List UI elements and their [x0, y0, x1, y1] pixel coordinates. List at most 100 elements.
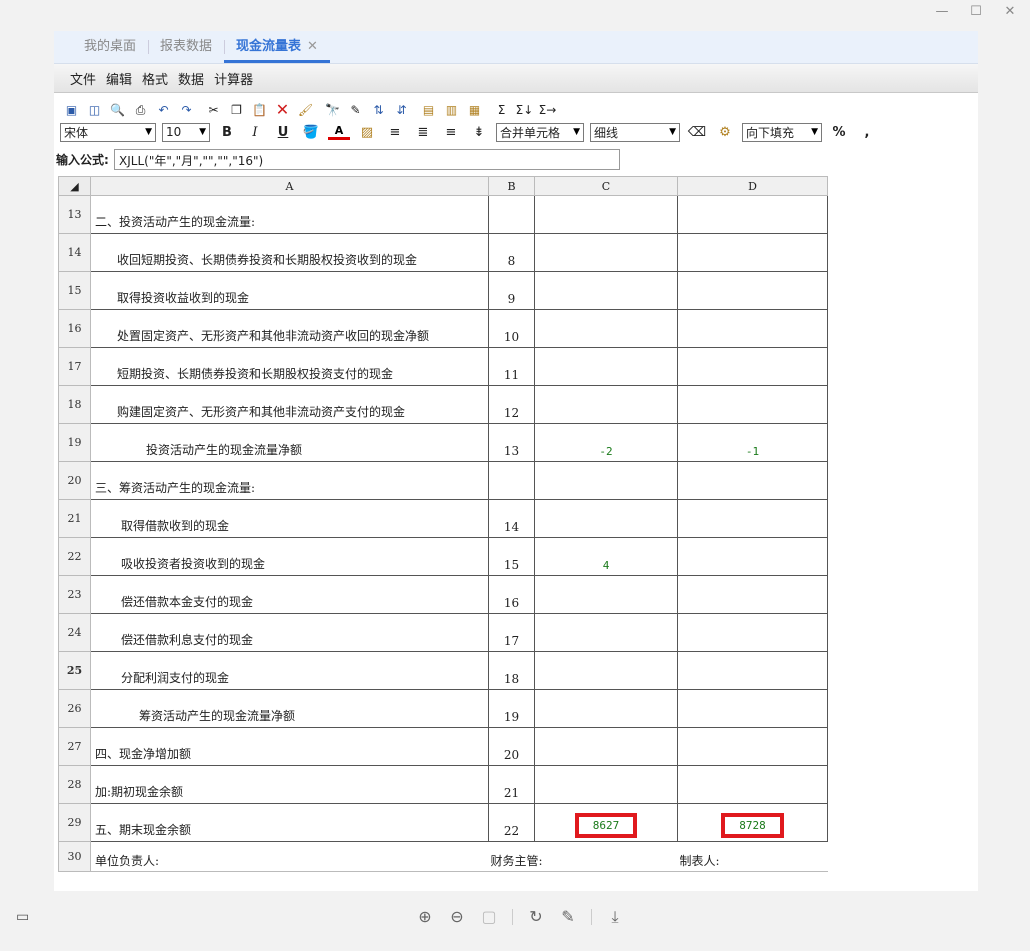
cell-a[interactable]: 处置固定资产、无形资产和其他非流动资产收回的现金净额 — [90, 309, 489, 348]
minimize-icon[interactable]: — — [934, 4, 950, 19]
column-header-a[interactable]: A — [90, 176, 489, 196]
cell-a[interactable]: 取得投资收益收到的现金 — [90, 271, 489, 310]
cell-a[interactable]: 取得借款收到的现金 — [90, 499, 489, 538]
cell-b[interactable]: 14 — [488, 499, 535, 538]
column-header-d[interactable]: D — [677, 176, 828, 196]
menu-data[interactable]: 数据 — [178, 69, 204, 88]
cell-d[interactable] — [677, 195, 828, 234]
cell-a[interactable]: 收回短期投资、长期债券投资和长期股权投资收到的现金 — [90, 233, 489, 272]
signature-manager[interactable]: 单位负责人: — [90, 841, 489, 872]
replace-icon[interactable]: ✎ — [346, 101, 365, 119]
cell-c[interactable] — [534, 727, 678, 766]
row-header[interactable]: 17 — [58, 347, 91, 386]
sidebar-toggle-icon[interactable]: ▭ — [16, 909, 29, 925]
menu-file[interactable]: 文件 — [70, 69, 96, 88]
cell-a[interactable]: 吸收投资者投资收到的现金 — [90, 537, 489, 576]
cell-c[interactable] — [534, 499, 678, 538]
cell-c[interactable] — [534, 651, 678, 690]
comma-button[interactable]: , — [856, 123, 878, 142]
row-header[interactable]: 25 — [58, 651, 91, 690]
cell-c[interactable] — [534, 765, 678, 804]
fit-page-icon[interactable]: ▢ — [480, 907, 498, 927]
align-center-icon[interactable]: ≣ — [412, 123, 434, 142]
cell-a[interactable]: 短期投资、长期债券投资和长期股权投资支付的现金 — [90, 347, 489, 386]
insert-col-icon[interactable]: ▥ — [442, 101, 461, 119]
cell-c[interactable]: 4 — [534, 537, 678, 576]
cell-d[interactable] — [677, 347, 828, 386]
sum-icon[interactable]: Σ — [492, 101, 511, 119]
save-icon[interactable]: ▣ — [62, 101, 81, 119]
formula-input[interactable]: XJLL("年","月","","","16") — [114, 148, 620, 170]
row-header[interactable]: 27 — [58, 727, 91, 766]
row-header[interactable]: 16 — [58, 309, 91, 348]
tab-close-icon[interactable]: ✕ — [307, 39, 318, 54]
border-style-select[interactable]: 细线 ▼ — [590, 122, 680, 142]
cell-a[interactable]: 二、投资活动产生的现金流量: — [90, 195, 489, 234]
cell-c[interactable] — [534, 575, 678, 614]
cell-a[interactable]: 投资活动产生的现金流量净额 — [90, 423, 489, 462]
cell-b[interactable]: 15 — [488, 537, 535, 576]
cell-b[interactable]: 22 — [488, 803, 535, 842]
cell-d[interactable] — [677, 461, 828, 500]
cell-d[interactable] — [677, 385, 828, 424]
row-header[interactable]: 18 — [58, 385, 91, 424]
cell-b[interactable]: 10 — [488, 309, 535, 348]
cell-c[interactable] — [534, 347, 678, 386]
row-header[interactable]: 24 — [58, 613, 91, 652]
download-icon[interactable]: ⤓ — [606, 907, 624, 927]
cell-b[interactable]: 8 — [488, 233, 535, 272]
find-icon[interactable]: 🔭 — [323, 101, 342, 119]
insert-row-icon[interactable]: ▤ — [419, 101, 438, 119]
menu-edit[interactable]: 编辑 — [106, 69, 132, 88]
edit-icon[interactable]: ✎ — [559, 907, 577, 927]
wrap-text-icon[interactable]: ⇟ — [468, 123, 490, 142]
cell-b[interactable]: 12 — [488, 385, 535, 424]
row-header[interactable]: 20 — [58, 461, 91, 500]
cell-c[interactable] — [534, 689, 678, 728]
rotate-icon[interactable]: ↻ — [527, 907, 545, 927]
cell-b[interactable]: 19 — [488, 689, 535, 728]
signature-preparer[interactable]: 制表人: — [677, 841, 828, 872]
cell-b[interactable] — [488, 195, 535, 234]
align-right-icon[interactable]: ≡ — [440, 123, 462, 142]
sheet-icon[interactable]: ▦ — [465, 101, 484, 119]
cell-a[interactable]: 三、筹资活动产生的现金流量: — [90, 461, 489, 500]
cell-a[interactable]: 分配利润支付的现金 — [90, 651, 489, 690]
cell-d[interactable] — [677, 689, 828, 728]
settings-icon[interactable]: ⚙ — [714, 123, 736, 142]
cell-c[interactable] — [534, 385, 678, 424]
print-preview-icon[interactable]: 🔍 — [108, 101, 127, 119]
print-icon[interactable]: ⎙ — [131, 101, 150, 119]
zoom-in-icon[interactable]: ⊕ — [416, 907, 434, 927]
cell-c[interactable]: -2 — [534, 423, 678, 462]
tab-report-data[interactable]: 报表数据 — [148, 31, 224, 63]
maximize-icon[interactable]: ☐ — [968, 4, 984, 19]
cell-d[interactable] — [677, 537, 828, 576]
italic-button[interactable]: I — [244, 123, 266, 142]
cell-d[interactable] — [677, 271, 828, 310]
tab-cash-flow[interactable]: 现金流量表 ✕ — [224, 31, 330, 63]
sum-row-icon[interactable]: Σ↓ — [515, 101, 534, 119]
cut-icon[interactable]: ✂ — [204, 101, 223, 119]
row-header[interactable]: 13 — [58, 195, 91, 234]
cell-b[interactable]: 18 — [488, 651, 535, 690]
cell-a[interactable]: 五、期末现金余额 — [90, 803, 489, 842]
menu-calculator[interactable]: 计算器 — [214, 69, 253, 88]
format-painter-icon[interactable]: 🖌 — [296, 101, 315, 119]
row-header[interactable]: 23 — [58, 575, 91, 614]
cell-c[interactable] — [534, 195, 678, 234]
cell-c[interactable] — [534, 271, 678, 310]
row-header[interactable]: 29 — [58, 803, 91, 842]
font-size-select[interactable]: 10 ▼ — [162, 122, 210, 142]
bold-button[interactable]: B — [216, 123, 238, 142]
column-header-b[interactable]: B — [488, 176, 535, 196]
cell-b[interactable]: 9 — [488, 271, 535, 310]
row-header[interactable]: 26 — [58, 689, 91, 728]
select-all-corner[interactable]: ◢ — [58, 176, 91, 196]
cell-c[interactable]: 8627 — [534, 803, 678, 842]
cell-a[interactable]: 四、现金净增加额 — [90, 727, 489, 766]
cell-a[interactable]: 加:期初现金余额 — [90, 765, 489, 804]
undo-icon[interactable]: ↶ — [154, 101, 173, 119]
row-header[interactable]: 14 — [58, 233, 91, 272]
delete-icon[interactable]: ✕ — [273, 101, 292, 119]
